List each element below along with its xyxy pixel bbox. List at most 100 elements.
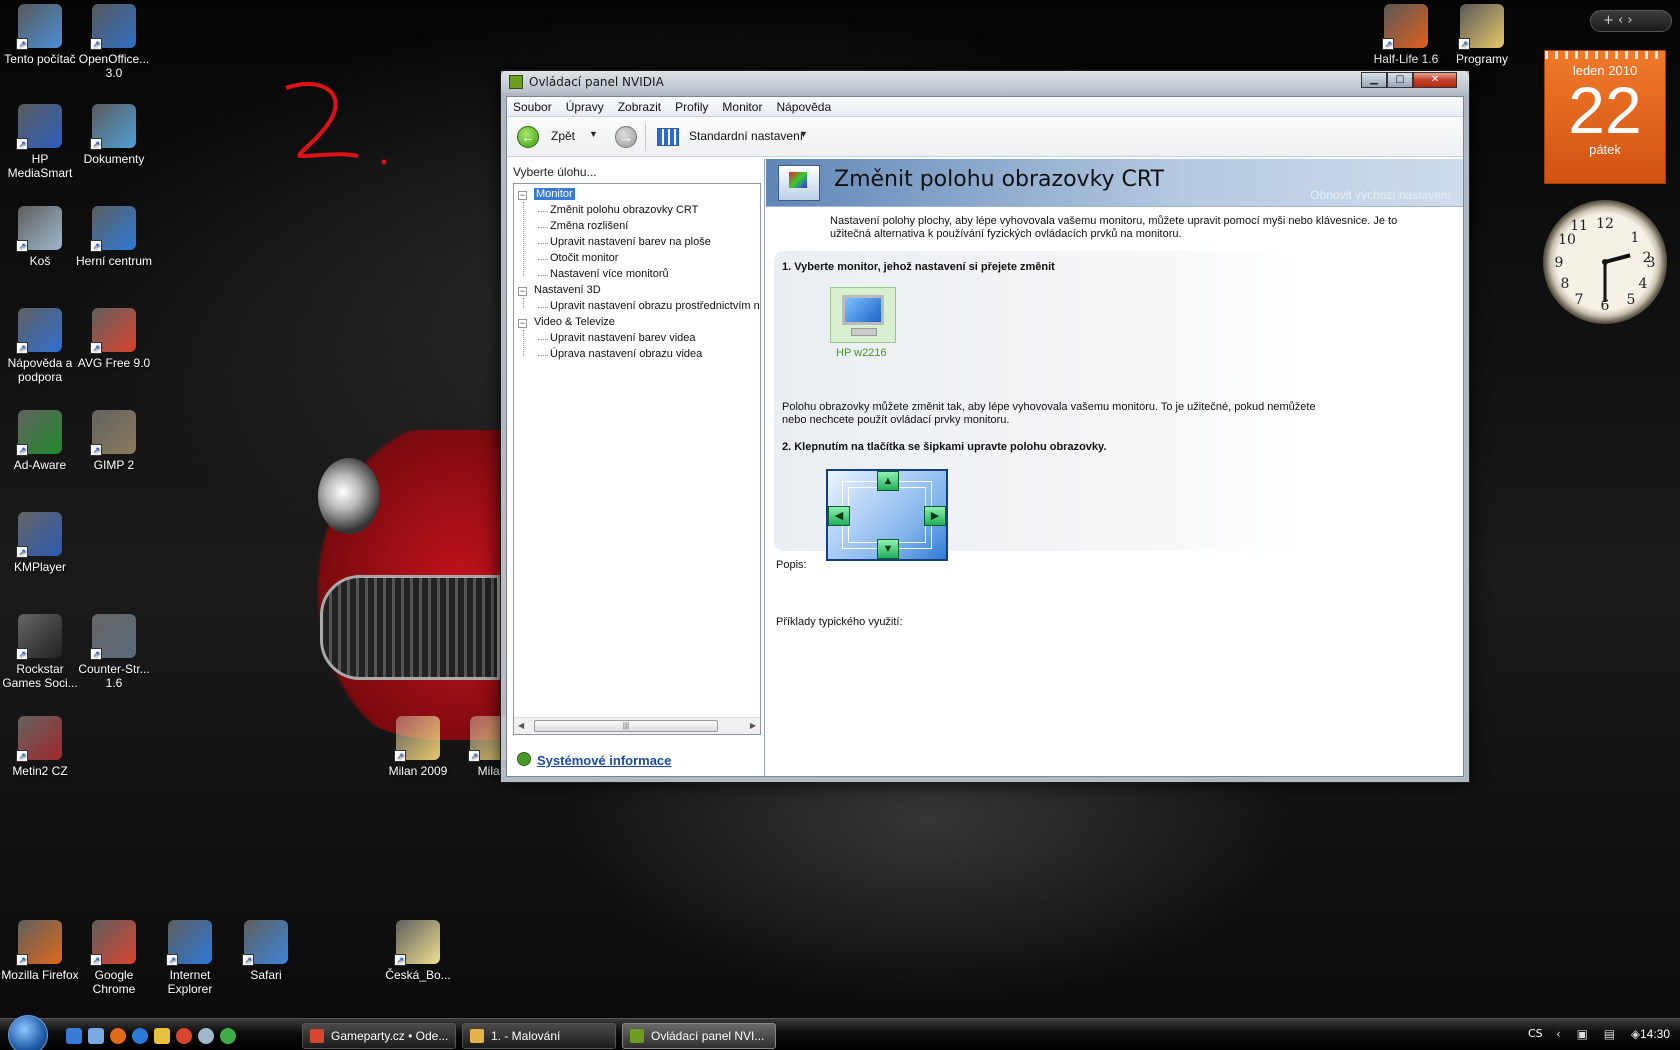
tree-item[interactable]: Změnit polohu obrazovky CRT bbox=[537, 204, 698, 216]
tree-horizontal-scrollbar[interactable]: ◀ ||| ▶ bbox=[514, 717, 760, 734]
desktop-icon[interactable]: ↗ Tento počítač bbox=[0, 4, 80, 66]
taskbar-button[interactable]: 1. - Malování bbox=[462, 1023, 616, 1049]
firefox-icon[interactable] bbox=[110, 1028, 126, 1044]
monitor-name[interactable]: HP w2216 bbox=[836, 347, 887, 359]
system-info-icon[interactable] bbox=[517, 752, 531, 766]
desktop-icon[interactable]: ↗ Google Chrome bbox=[74, 920, 154, 996]
desktop-icon[interactable]: ↗ AVG Free 9.0 bbox=[74, 308, 154, 370]
tree-item[interactable]: Úprava nastavení obrazu videa bbox=[537, 348, 702, 360]
standard-view-icon[interactable] bbox=[657, 128, 679, 146]
tree-group[interactable]: Video & Televize bbox=[534, 316, 615, 328]
desktop-icon[interactable]: ↗ Internet Explorer bbox=[150, 920, 230, 996]
restore-defaults-link[interactable]: Obnovit výchozí nastavení bbox=[1310, 188, 1451, 202]
desktop-icon[interactable]: ↗ Česká_Bo... bbox=[378, 920, 458, 982]
computer-icon: ↗ bbox=[16, 4, 62, 50]
forward-arrow-icon[interactable]: → bbox=[615, 126, 637, 148]
desktop-icon[interactable]: ↗ Rockstar Games Soci... bbox=[0, 614, 80, 690]
desktop-icon[interactable]: ↗ Dokumenty bbox=[74, 104, 154, 166]
shortcut-arrow-icon: ↗ bbox=[242, 954, 254, 966]
maximize-button[interactable]: ▢ bbox=[1387, 72, 1413, 88]
desktop-icon[interactable]: ↗ Metin2 CZ bbox=[0, 716, 80, 778]
scrollbar-thumb[interactable]: ||| bbox=[534, 720, 718, 732]
desktop-icon[interactable]: ↗ Koš bbox=[0, 206, 80, 268]
desktop-icon-label: Nápověda a podpora bbox=[7, 356, 73, 384]
monitor-select-tile[interactable] bbox=[830, 287, 896, 343]
desktop-icon[interactable]: ↗ Counter-Str... 1.6 bbox=[74, 614, 154, 690]
desktop-icon[interactable]: ↗ KMPlayer bbox=[0, 512, 80, 574]
desktop-icon[interactable]: ↗ GIMP 2 bbox=[74, 410, 154, 472]
menu-item[interactable]: Nápověda bbox=[776, 97, 831, 116]
tree-item[interactable]: Otočit monitor bbox=[537, 252, 618, 264]
tree-item[interactable]: Upravit nastavení barev videa bbox=[538, 332, 696, 344]
winamp-icon[interactable] bbox=[154, 1028, 170, 1044]
tree-item[interactable]: Změna rozlišení bbox=[537, 220, 628, 232]
shortcut-arrow-icon: ↗ bbox=[394, 750, 406, 762]
back-dropdown-icon[interactable]: ▼ bbox=[589, 129, 598, 139]
taskbar-button[interactable]: Gameparty.cz • Ode... bbox=[302, 1023, 456, 1049]
tray-clock[interactable]: 14:30 bbox=[1640, 1027, 1670, 1041]
tree-item[interactable]: Upravit nastavení barev na ploše bbox=[538, 236, 711, 248]
sidebar-controls[interactable]: + ‹ › bbox=[1590, 10, 1672, 32]
chrome-icon[interactable] bbox=[176, 1028, 192, 1044]
view-dropdown-icon[interactable]: ▼ bbox=[799, 129, 808, 139]
menu-item[interactable]: Zobrazit bbox=[618, 97, 661, 116]
move-up-button[interactable]: ▲ bbox=[877, 471, 899, 491]
tree-item[interactable]: Upravit nastavení obrazu prostřednictvím… bbox=[538, 300, 760, 312]
switch-windows-icon[interactable] bbox=[88, 1028, 104, 1044]
desktop-icon[interactable]: ↗ Mozilla Firefox bbox=[0, 920, 80, 982]
scroll-right-icon[interactable]: ▶ bbox=[750, 721, 756, 730]
taskbar-button-label: Gameparty.cz • Ode... bbox=[331, 1029, 449, 1043]
desktop-icon-label: Ad-Aware bbox=[13, 458, 67, 472]
desktop-icon[interactable]: ↗ Ad-Aware bbox=[0, 410, 80, 472]
taskbar-button[interactable]: Ovládací panel NVI... bbox=[622, 1023, 776, 1049]
window-title: Ovládací panel NVIDIA bbox=[529, 75, 664, 89]
menu-item[interactable]: Soubor bbox=[513, 97, 552, 116]
desktop-icon[interactable]: ↗ Half-Life 1.6 bbox=[1366, 4, 1446, 66]
desktop-icon[interactable]: ↗ Nápověda a podpora bbox=[0, 308, 80, 384]
window-titlebar[interactable]: Ovládací panel NVIDIA ▁ ▢ ✕ bbox=[501, 71, 1469, 93]
scroll-left-icon[interactable]: ◀ bbox=[518, 721, 524, 730]
desktop-icon-label: Half-Life 1.6 bbox=[1373, 52, 1439, 66]
firefox-icon: ↗ bbox=[16, 920, 62, 966]
desktop-icon[interactable]: ↗ HP MediaSmart bbox=[0, 104, 80, 180]
menu-item[interactable]: Monitor bbox=[722, 97, 762, 116]
position-frame-inner bbox=[848, 487, 926, 543]
minimize-button[interactable]: ▁ bbox=[1361, 72, 1387, 88]
tree-group[interactable]: Nastavení 3D bbox=[534, 284, 601, 296]
network-icon[interactable] bbox=[220, 1028, 236, 1044]
clock-gadget[interactable]: 12 1 2 345 678 9 10 11 bbox=[1543, 200, 1667, 324]
tray-icons[interactable]: ‹ ▣ ▤ ◈ bbox=[1556, 1027, 1646, 1041]
show-desktop-icon[interactable] bbox=[66, 1028, 82, 1044]
svg-text:8: 8 bbox=[1561, 276, 1570, 292]
tree-item[interactable]: Nastavení více monitorů bbox=[538, 268, 669, 280]
desktop-icon[interactable]: ↗ OpenOffice... 3.0 bbox=[74, 4, 154, 80]
standard-view-label[interactable]: Standardní nastavení bbox=[689, 129, 803, 143]
menu-item[interactable]: Profily bbox=[675, 97, 708, 116]
toolbar: ← Zpět ▼ → Standardní nastavení ▼ bbox=[507, 117, 1463, 157]
internet-explorer-icon[interactable] bbox=[132, 1028, 148, 1044]
desktop-icon[interactable]: ↗ Herní centrum bbox=[74, 206, 154, 268]
move-down-button[interactable]: ▼ bbox=[877, 539, 899, 559]
clock-face-icon: 1212 345 678 91011 bbox=[1555, 216, 1656, 314]
desktop-icon[interactable]: ↗ Programy bbox=[1442, 4, 1522, 66]
shortcut-arrow-icon: ↗ bbox=[166, 954, 178, 966]
desktop-icon[interactable]: ↗ Safari bbox=[226, 920, 306, 982]
tree-collapse-icon[interactable]: − bbox=[518, 287, 527, 296]
tree-group[interactable]: Monitor bbox=[534, 188, 575, 200]
language-indicator[interactable]: CS bbox=[1528, 1027, 1543, 1040]
menu-item[interactable]: Úpravy bbox=[566, 97, 604, 116]
back-arrow-icon[interactable]: ← bbox=[517, 126, 539, 148]
start-button[interactable] bbox=[8, 1015, 48, 1050]
tree-collapse-icon[interactable]: − bbox=[518, 319, 527, 328]
desktop-icon[interactable]: ↗ Milan 2009 bbox=[378, 716, 458, 778]
system-info-link[interactable]: Systémové informace bbox=[537, 753, 671, 768]
tree-collapse-icon[interactable]: − bbox=[518, 191, 527, 200]
calendar-gadget[interactable]: leden 2010 22 pátek bbox=[1544, 50, 1666, 184]
globe-icon[interactable] bbox=[198, 1028, 214, 1044]
back-button-label[interactable]: Zpět bbox=[551, 129, 575, 143]
desktop-icon-label: Tento počítač bbox=[4, 52, 76, 66]
shortcut-arrow-icon: ↗ bbox=[468, 750, 480, 762]
move-right-button[interactable]: ▶ bbox=[924, 506, 946, 526]
move-left-button[interactable]: ◀ bbox=[828, 506, 850, 526]
close-button[interactable]: ✕ bbox=[1413, 72, 1457, 88]
